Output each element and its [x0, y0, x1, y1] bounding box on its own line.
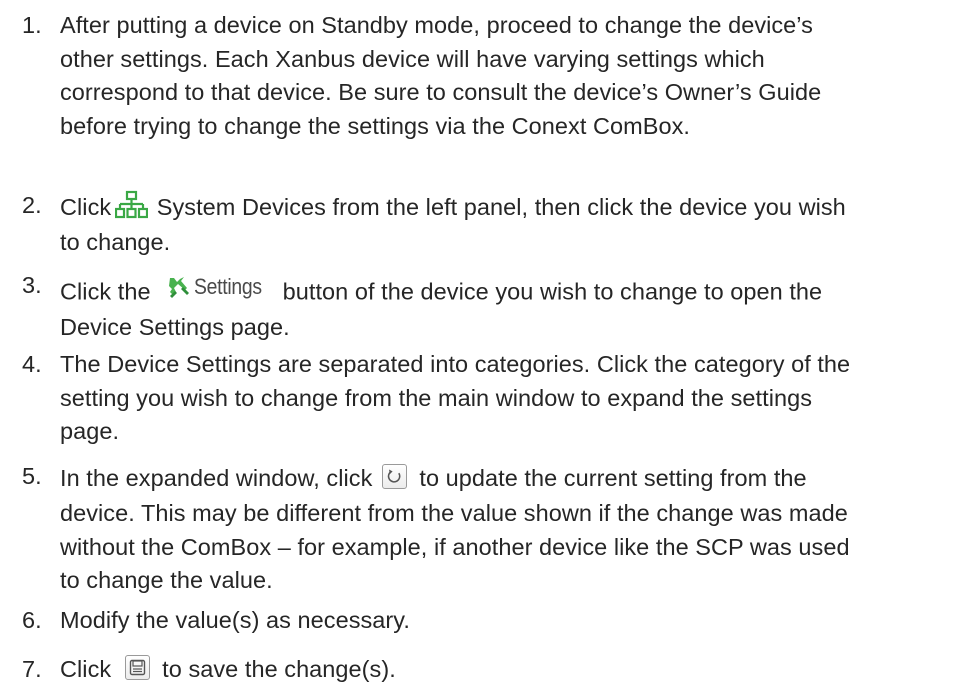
step-line: before trying to change the settings via… [60, 112, 690, 139]
save-icon [129, 660, 146, 676]
save-button[interactable] [125, 655, 151, 681]
step-line: setting you wish to change from the main… [60, 384, 813, 411]
step-number: 5. [22, 463, 42, 489]
step-number: 7. [22, 656, 42, 682]
step-text-before-icon: Click [60, 656, 112, 682]
step-text-before-icon: Click [60, 194, 112, 220]
step-number: 1. [22, 12, 42, 38]
step-text: Click System Devices from the left panel… [60, 189, 965, 260]
step-text-after-icon: to update the current setting from the [419, 465, 807, 491]
step-text-after-icon: button of the device you wish to change … [282, 278, 823, 305]
step-line: Device Settings page. [60, 313, 290, 340]
step-line: without the ComBox – for example, if ano… [60, 533, 850, 560]
step-line: correspond to that device. Be sure to co… [60, 79, 822, 105]
settings-button-label: Settings [193, 274, 262, 299]
step-number: 6. [22, 607, 42, 633]
step-text: The Device Settings are separated into c… [60, 348, 965, 449]
system-devices-icon [115, 190, 149, 220]
refresh-button[interactable] [382, 464, 408, 490]
settings-wrench-icon [168, 276, 189, 298]
step-line: other settings. Each Xanbus device will … [60, 45, 765, 72]
step-text: Modify the value(s) as necessary. [60, 604, 965, 638]
step-number: 4. [22, 351, 42, 377]
step-line: page. [60, 418, 120, 444]
step-text: In the expanded window, click to update … [60, 460, 965, 598]
step-line: device. This may be different from the v… [60, 500, 848, 526]
settings-button[interactable]: Settings [167, 268, 271, 305]
refresh-icon [388, 469, 401, 483]
step-text-after-icon: to save the change(s). [162, 656, 396, 682]
step-text: Click to save the change(s). [60, 653, 965, 687]
step-text: After putting a device on Standby mode, … [60, 9, 965, 143]
step-line: The Device Settings are separated into c… [60, 351, 851, 377]
step-line: to change the value. [60, 567, 273, 593]
step-line: to change. [60, 229, 171, 255]
step-text-before-icon: Click the [60, 278, 151, 305]
step-line: Modify the value(s) as necessary. [60, 607, 410, 633]
step-number: 3. [22, 272, 42, 298]
step-text: Click the Settings button of the device y… [60, 269, 965, 344]
step-number: 2. [22, 192, 42, 218]
step-line: After putting a device on Standby mode, … [60, 12, 813, 38]
step-text-after-icon: System Devices from the left panel, then… [156, 194, 846, 220]
step-text-before-icon: In the expanded window, click [60, 465, 373, 491]
